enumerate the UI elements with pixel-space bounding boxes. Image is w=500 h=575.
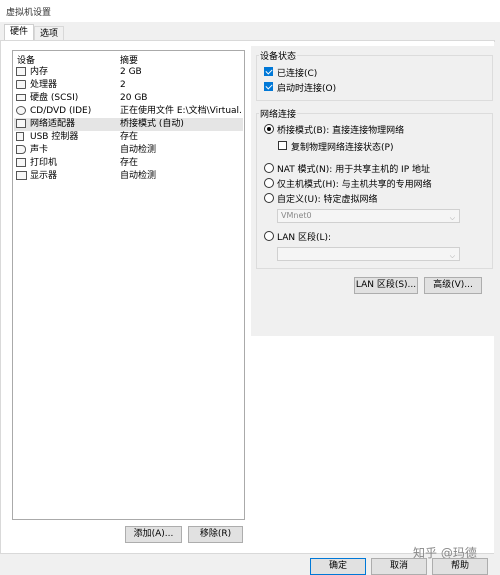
processor-icon (16, 80, 26, 89)
device-row-printer[interactable]: 打印机 存在 (14, 157, 243, 170)
connect-at-power-on-checkbox[interactable] (264, 82, 273, 91)
lan-segment-select[interactable]: ⌵ (277, 247, 460, 261)
custom-radio[interactable] (264, 193, 274, 203)
device-name: 网络适配器 (30, 119, 76, 129)
column-header-device[interactable]: 设备 (17, 53, 35, 66)
display-icon (16, 171, 27, 180)
device-summary: 2 GB (120, 67, 142, 77)
network-adapter-icon (16, 119, 26, 128)
device-name: USB 控制器 (30, 132, 79, 142)
connected-label[interactable]: 已连接(C) (277, 66, 317, 79)
lan-segments-button[interactable]: LAN 区段(S)... (354, 277, 418, 294)
advanced-button[interactable]: 高级(V)... (424, 277, 482, 294)
printer-icon (16, 158, 26, 167)
host-only-label[interactable]: 仅主机模式(H): 与主机共享的专用网络 (277, 177, 432, 190)
bridged-radio[interactable] (264, 124, 274, 134)
custom-network-select[interactable]: VMnet0 ⌵ (277, 209, 460, 223)
title-bar: 虚拟机设置 (0, 0, 500, 22)
replicate-state-checkbox[interactable] (278, 141, 287, 150)
device-name: 硬盘 (SCSI) (30, 93, 79, 103)
device-row-harddisk[interactable]: 硬盘 (SCSI) 20 GB (14, 92, 243, 105)
usb-icon (16, 132, 24, 141)
device-summary: 20 GB (120, 93, 148, 103)
device-summary: 自动检测 (120, 171, 157, 181)
device-row-sound[interactable]: 声卡 自动检测 (14, 144, 243, 157)
memory-icon (16, 67, 26, 76)
network-connection-group (256, 113, 493, 269)
device-row-memory[interactable]: 内存 2 GB (14, 66, 243, 79)
custom-network-value: VMnet0 (281, 211, 312, 220)
device-name: 声卡 (30, 145, 49, 155)
device-summary: 2 (120, 80, 126, 90)
nat-radio[interactable] (264, 163, 274, 173)
device-name: 显示器 (30, 171, 58, 181)
device-summary: 存在 (120, 132, 139, 142)
lan-segment-label[interactable]: LAN 区段(L): (277, 230, 331, 243)
column-header-summary[interactable]: 摘要 (120, 53, 138, 66)
device-list[interactable]: 设备 摘要 内存 2 GB 处理器 2 硬盘 (SCSI) 20 GB CD/D… (12, 50, 245, 520)
device-name: 打印机 (30, 158, 58, 168)
tab-strip: 硬件 选项 (0, 22, 500, 42)
replicate-state-label[interactable]: 复制物理网络连接状态(P) (291, 140, 393, 153)
connected-checkbox[interactable] (264, 67, 273, 76)
device-row-display[interactable]: 显示器 自动检测 (14, 170, 243, 183)
device-name: 处理器 (30, 80, 58, 90)
chevron-down-icon: ⌵ (449, 252, 455, 260)
add-device-button[interactable]: 添加(A)... (125, 526, 182, 543)
device-name: 内存 (30, 67, 49, 77)
tab-options[interactable]: 选项 (34, 26, 65, 41)
bridged-label[interactable]: 桥接模式(B): 直接连接物理网络 (277, 123, 404, 136)
host-only-radio[interactable] (264, 178, 274, 188)
cancel-button[interactable]: 取消 (371, 558, 427, 575)
device-status-title: 设备状态 (259, 49, 298, 62)
device-row-network-adapter[interactable]: 网络适配器 桥接模式 (自动) (14, 118, 243, 131)
sound-icon (16, 145, 26, 154)
network-connection-title: 网络连接 (259, 107, 298, 120)
device-row-processor[interactable]: 处理器 2 (14, 79, 243, 92)
device-summary: 存在 (120, 158, 139, 168)
custom-label[interactable]: 自定义(U): 特定虚拟网络 (277, 192, 378, 205)
device-summary: 正在使用文件 E:\文档\Virtual... (120, 106, 242, 116)
nat-label[interactable]: NAT 模式(N): 用于共享主机的 IP 地址 (277, 162, 430, 175)
device-summary: 自动检测 (120, 145, 157, 155)
device-summary: 桥接模式 (自动) (120, 119, 184, 129)
remove-device-button[interactable]: 移除(R) (188, 526, 243, 543)
ok-button[interactable]: 确定 (310, 558, 366, 575)
connect-at-power-on-label[interactable]: 启动时连接(O) (277, 81, 336, 94)
harddisk-icon (16, 94, 26, 101)
help-button[interactable]: 帮助 (432, 558, 488, 575)
lan-segment-radio[interactable] (264, 231, 274, 241)
cd-dvd-icon (16, 106, 26, 115)
device-row-cd-dvd[interactable]: CD/DVD (IDE) 正在使用文件 E:\文档\Virtual... (14, 105, 243, 118)
device-row-usb[interactable]: USB 控制器 存在 (14, 131, 243, 144)
window-title: 虚拟机设置 (6, 8, 52, 18)
device-name: CD/DVD (IDE) (30, 106, 92, 116)
chevron-down-icon: ⌵ (449, 214, 455, 222)
